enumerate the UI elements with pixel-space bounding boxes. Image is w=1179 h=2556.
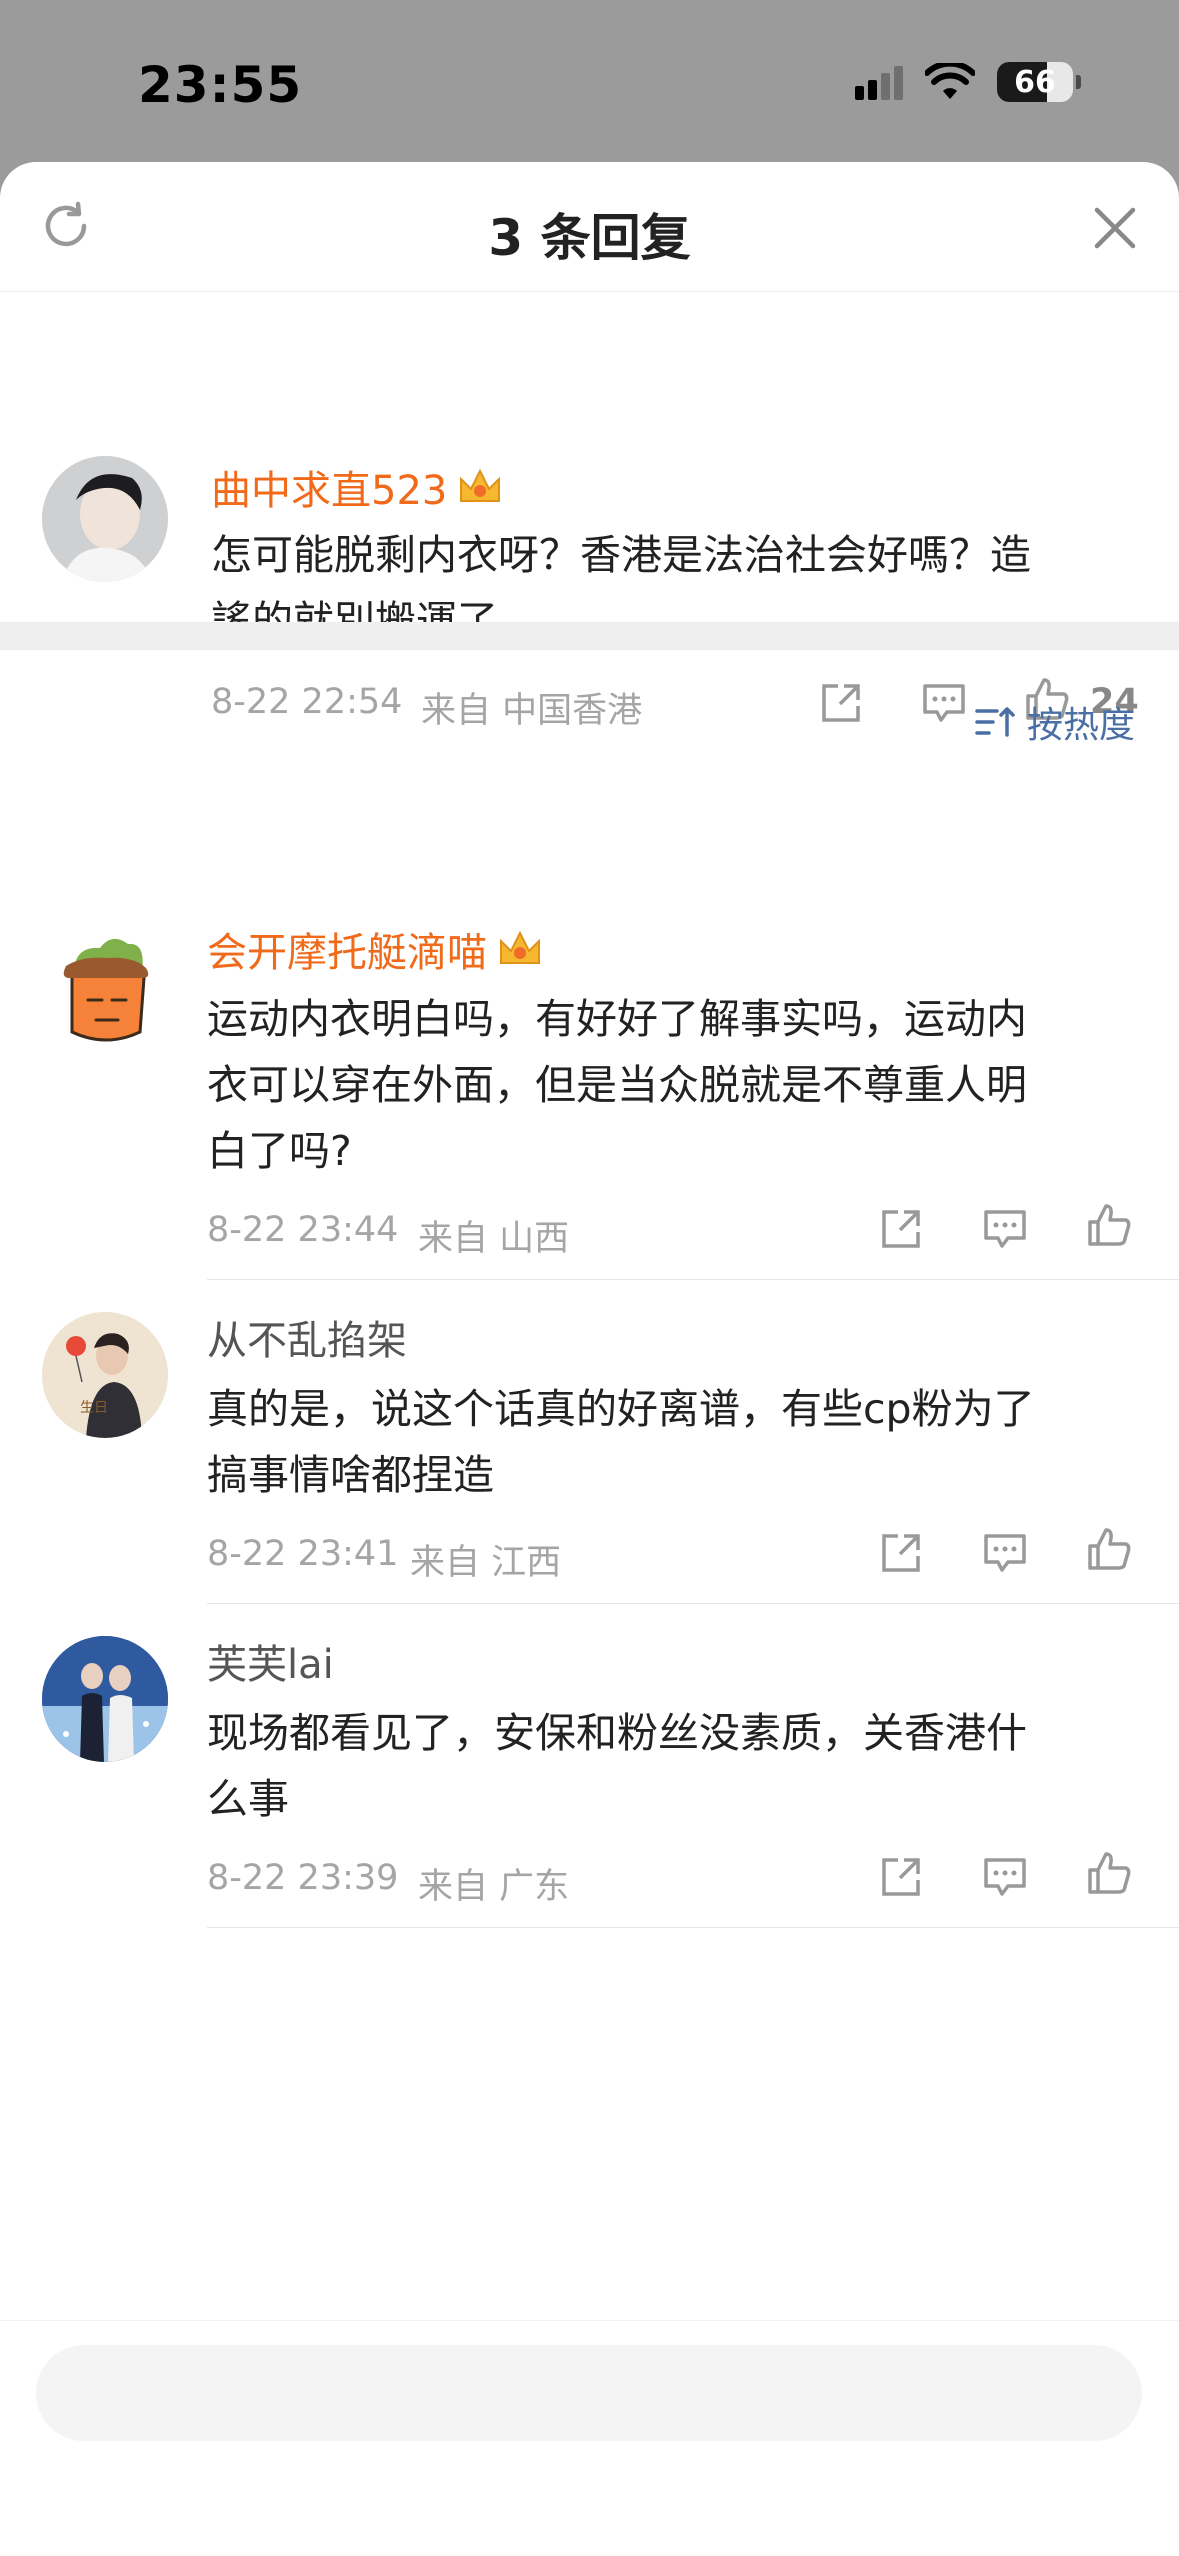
battery-level: 66 <box>1014 64 1056 100</box>
sheet-header: 3 条回复 <box>0 162 1179 292</box>
battery-icon: 66 <box>997 62 1073 102</box>
share-icon[interactable] <box>878 1854 924 1900</box>
row-divider <box>207 1603 1179 1604</box>
row-divider <box>207 1279 1179 1280</box>
share-icon[interactable] <box>878 1206 924 1252</box>
reply-text-line: 真的是，说这个话真的好离谱，有些cp粉为了 <box>207 1385 1035 1433</box>
row-divider <box>207 1927 1179 1928</box>
status-icons: 66 <box>855 62 1081 102</box>
reply-input[interactable] <box>36 2345 1142 2441</box>
comment-icon[interactable] <box>982 1206 1028 1252</box>
sort-button[interactable]: 按热度 <box>975 696 1135 748</box>
reply-location: 来自 广东 <box>418 1867 570 1907</box>
status-time: 23:55 <box>138 56 303 114</box>
reply-text-line: 么事 <box>207 1775 289 1823</box>
like-icon[interactable] <box>1086 1202 1132 1248</box>
author-name[interactable]: 会开摩托艇滴喵 <box>207 920 487 978</box>
share-icon[interactable] <box>878 1530 924 1576</box>
sheet-title: 3 条回复 <box>488 209 691 267</box>
reply-author[interactable]: 芙芙lai <box>207 1632 334 1690</box>
crown-icon <box>500 930 540 964</box>
reply-text-line: 现场都看见了，安保和粉丝没素质，关香港什 <box>207 1709 1027 1757</box>
like-icon[interactable] <box>1086 1526 1132 1572</box>
reply-text-line: 衣可以穿在外面，但是当众脱就是不尊重人明 <box>207 1061 1027 1109</box>
reply-text-line: 白了吗? <box>207 1127 352 1175</box>
comment-author[interactable]: 曲中求直523 <box>211 458 503 516</box>
comment-icon[interactable] <box>982 1854 1028 1900</box>
crown-icon <box>460 468 501 502</box>
reply-text-line: 搞事情啥都捏造 <box>207 1451 494 1499</box>
share-icon[interactable] <box>818 680 864 726</box>
replies-sheet: 3 条回复 曲中求直523 怎可能脱剩内衣呀？香港是法治社会好嗎？造 謠的就別搬… <box>0 162 1179 2556</box>
reply-time: 8-22 23:44 <box>207 1210 399 1250</box>
avatar[interactable]: 生日 <box>42 1312 168 1438</box>
reply-location: 来自 山西 <box>418 1219 570 1259</box>
close-icon[interactable] <box>1093 206 1137 250</box>
author-name[interactable]: 曲中求直523 <box>211 458 447 516</box>
comment-icon[interactable] <box>982 1530 1028 1576</box>
reply-author[interactable]: 从不乱掐架 <box>207 1308 407 1366</box>
signal-icon <box>855 64 903 100</box>
avatar[interactable] <box>42 1636 168 1762</box>
reply-input-area <box>0 2320 1179 2556</box>
reply-location: 来自 江西 <box>410 1543 562 1583</box>
avatar[interactable] <box>42 456 168 582</box>
status-bar: 23:55 66 <box>0 0 1179 162</box>
comment-text-line: 怎可能脱剩内衣呀？香港是法治社会好嗎？造 <box>211 531 1031 579</box>
reply-time: 8-22 23:41 <box>207 1534 399 1574</box>
sort-icon <box>975 707 1015 737</box>
comment-time: 8-22 22:54 <box>211 682 403 722</box>
reply-author[interactable]: 会开摩托艇滴喵 <box>207 920 543 978</box>
avatar[interactable] <box>42 928 168 1054</box>
section-divider <box>0 622 1179 650</box>
svg-text:生日: 生日 <box>80 1400 108 1416</box>
comment-location: 来自 中国香港 <box>421 691 643 731</box>
sort-label[interactable]: 按热度 <box>1027 696 1135 748</box>
reply-text-line: 运动内衣明白吗，有好好了解事实吗，运动内 <box>207 995 1027 1043</box>
reply-time: 8-22 23:39 <box>207 1858 399 1898</box>
comment-icon[interactable] <box>921 680 967 726</box>
like-icon[interactable] <box>1086 1850 1132 1896</box>
wifi-icon <box>925 63 975 99</box>
